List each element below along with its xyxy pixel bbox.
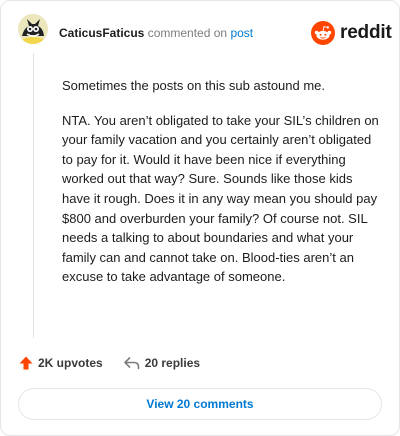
comment-card: CaticusFaticus commented on post reddit …: [0, 0, 400, 436]
reply-count: 20 replies: [144, 356, 201, 370]
view-comments-button[interactable]: View 20 comments: [18, 388, 382, 420]
comment-paragraph: Sometimes the posts on this sub astound …: [62, 78, 326, 93]
thread-line[interactable]: [33, 53, 34, 338]
upvote-arrow-icon: [19, 356, 33, 370]
replies-button[interactable]: 20 replies: [123, 355, 200, 371]
upvote-count: 2K upvotes: [38, 356, 103, 370]
reddit-alien-icon: [311, 21, 335, 45]
reddit-logo[interactable]: reddit: [311, 21, 392, 45]
comment-paragraph: NTA. You aren’t obligated to take your S…: [62, 112, 379, 285]
comment-header: CaticusFaticus commented on post: [59, 26, 253, 40]
reddit-wordmark: reddit: [340, 22, 392, 43]
username[interactable]: CaticusFaticus: [59, 26, 144, 40]
avatar-cat-icon: [18, 14, 48, 44]
reply-arrow-icon: [123, 357, 139, 370]
comment-body: Sometimes the posts on this sub astound …: [62, 76, 382, 302]
post-link[interactable]: post: [230, 26, 253, 40]
commented-on-label: commented on: [147, 26, 228, 40]
comment-actions: 2K upvotes 20 replies: [18, 355, 200, 371]
upvote-button[interactable]: 2K upvotes: [18, 355, 103, 371]
avatar[interactable]: [18, 14, 48, 44]
